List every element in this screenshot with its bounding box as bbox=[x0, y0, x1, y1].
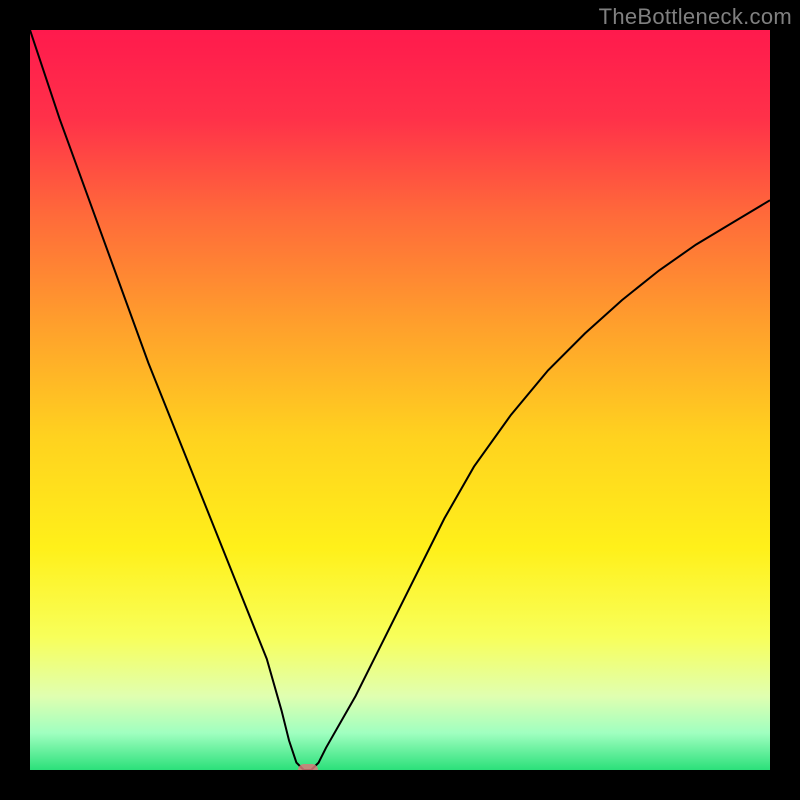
watermark-text: TheBottleneck.com bbox=[599, 4, 792, 30]
bottleneck-curve-path bbox=[30, 30, 770, 770]
curve-svg bbox=[30, 30, 770, 770]
chart-frame: TheBottleneck.com bbox=[0, 0, 800, 800]
min-point-marker bbox=[298, 764, 318, 770]
plot-area bbox=[30, 30, 770, 770]
